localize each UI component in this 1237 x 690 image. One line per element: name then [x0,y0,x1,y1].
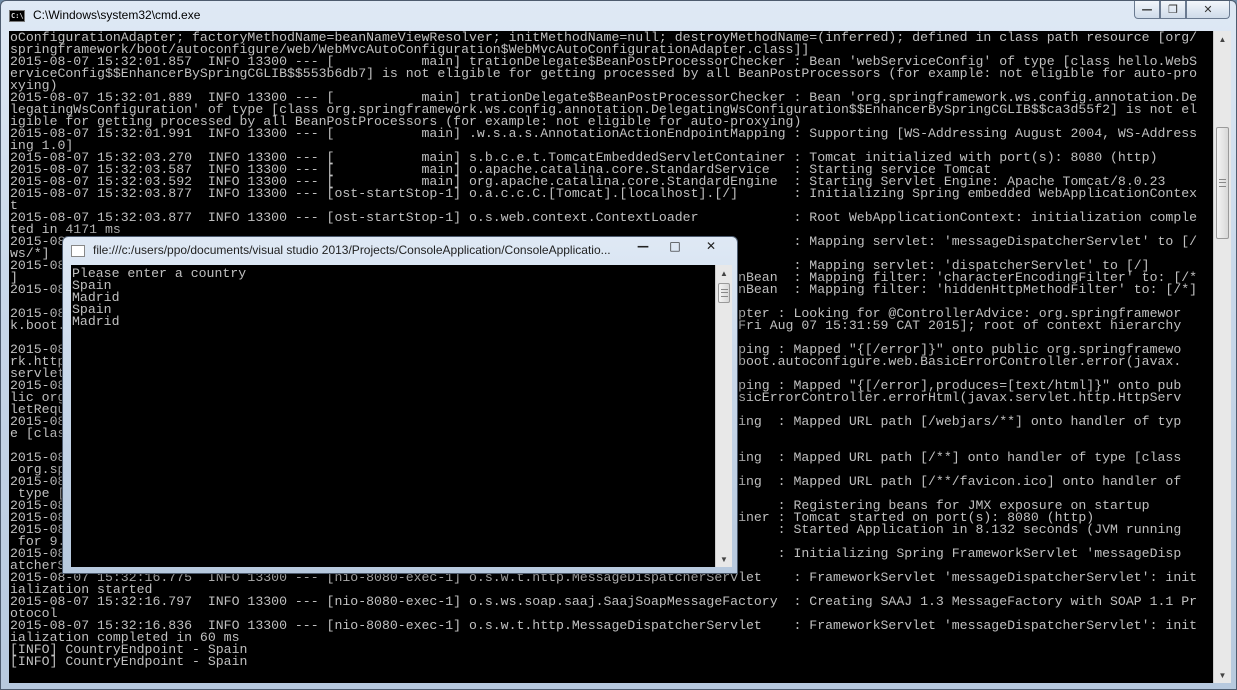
minimize-button[interactable]: — [1134,1,1160,19]
cmd-scroll-thumb[interactable] [1216,127,1229,239]
cmd-icon[interactable]: C:\ [9,10,25,22]
scroll-up-arrow-icon[interactable]: ▲ [1214,31,1231,47]
cmd-vertical-scrollbar[interactable]: ▲ ▼ [1213,31,1231,683]
popup-close-button[interactable]: ✕ [691,237,731,255]
console-app-scroll-thumb[interactable] [718,283,730,303]
close-icon: ✕ [705,239,717,253]
popup-maximize-button[interactable]: □ [659,237,691,255]
console-app-output[interactable]: Please enter a country Spain Madrid Spai… [71,265,715,567]
popup-minimize-button[interactable]: — [627,237,659,255]
maximize-icon: □ [669,239,681,253]
console-app-window-title: file:///c:/users/ppo/documents/visual st… [93,243,611,257]
console-app-window-controls: — □ ✕ [627,237,731,255]
console-app-window: file:///c:/users/ppo/documents/visual st… [62,236,738,574]
scroll-down-arrow-icon[interactable]: ▼ [1214,667,1231,683]
scroll-up-arrow-icon[interactable]: ▲ [716,265,732,281]
maximize-button[interactable]: ❐ [1160,1,1186,19]
minimize-icon: — [637,239,649,253]
console-app-titlebar[interactable]: file:///c:/users/ppo/documents/visual st… [63,237,737,265]
close-icon: ✕ [1203,3,1213,16]
blank-window-icon[interactable] [71,245,85,257]
close-button[interactable]: ✕ [1186,1,1230,19]
scroll-down-arrow-icon[interactable]: ▼ [716,551,732,567]
grip-icon [720,289,728,297]
grip-icon [1219,179,1226,187]
console-app-vertical-scrollbar[interactable]: ▲ ▼ [715,265,732,567]
minimize-icon: — [1141,3,1153,16]
restore-icon: ❐ [1168,3,1178,16]
console-app-text: Please enter a country Spain Madrid Spai… [72,266,247,329]
cmd-window-controls: — ❐ ✕ [1134,1,1230,19]
cmd-titlebar[interactable]: C:\ C:\Windows\system32\cmd.exe — ❐ ✕ [1,1,1236,31]
cmd-window-title: C:\Windows\system32\cmd.exe [33,8,201,22]
